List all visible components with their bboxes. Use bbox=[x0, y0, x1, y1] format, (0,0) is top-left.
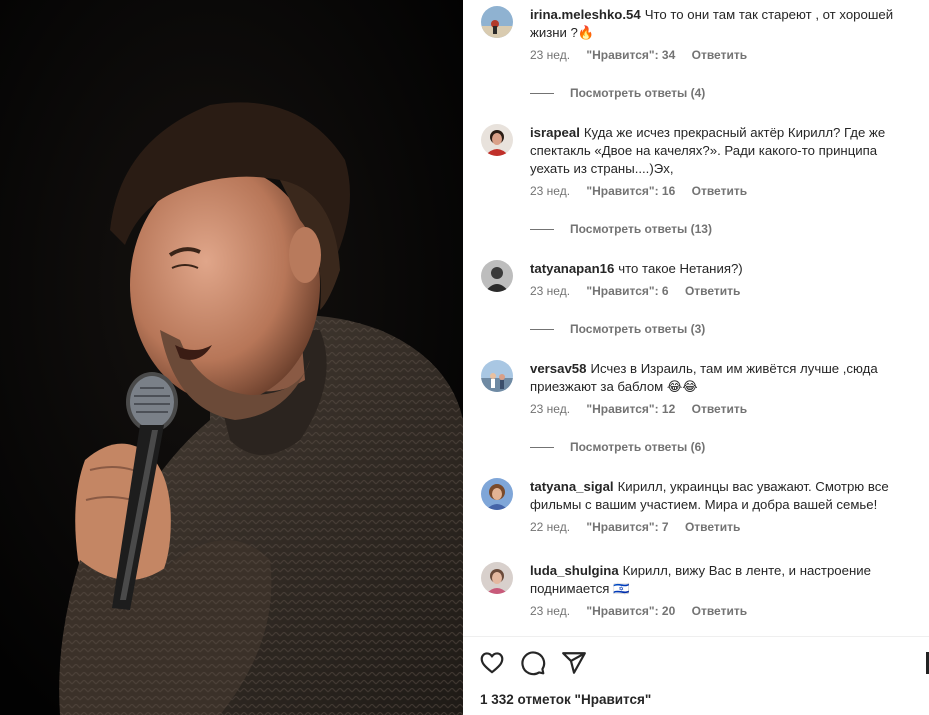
view-replies-button[interactable]: Посмотреть ответы (4) bbox=[530, 85, 705, 101]
comment-likes[interactable]: "Нравится": 6 bbox=[586, 284, 668, 298]
comment-text-block: irina.meleshko.54 Что то они там так стар… bbox=[530, 6, 921, 42]
reply-button[interactable]: Ответить bbox=[685, 520, 740, 534]
comment-item: tatyana_sigal Кирилл, украинцы вас уважаю… bbox=[481, 478, 921, 535]
avatar[interactable] bbox=[481, 260, 513, 292]
comment-item: luda_shulgina Кирилл, вижу Вас в ленте, и… bbox=[481, 562, 921, 619]
avatar[interactable] bbox=[481, 360, 513, 392]
comment-meta: 23 нед. "Нравится": 20 Ответить bbox=[530, 603, 921, 619]
comment-text-block: luda_shulgina Кирилл, вижу Вас в ленте, и… bbox=[530, 562, 921, 598]
view-replies-button[interactable]: Посмотреть ответы (13) bbox=[530, 221, 712, 237]
comment-text-block: versav58 Исчез в Израиль, там им живётся … bbox=[530, 360, 921, 396]
reply-button[interactable]: Ответить bbox=[692, 184, 747, 198]
reply-button[interactable]: Ответить bbox=[692, 402, 747, 416]
comment-time[interactable]: 23 нед. bbox=[530, 184, 570, 198]
post-photo bbox=[0, 0, 463, 715]
comment-text-block: tatyanapan16 что такое Нетания?) bbox=[530, 260, 921, 278]
view-replies-label: Посмотреть ответы (4) bbox=[570, 86, 706, 100]
comment-likes[interactable]: "Нравится": 12 bbox=[586, 402, 675, 416]
view-replies-label: Посмотреть ответы (13) bbox=[570, 222, 712, 236]
share-icon[interactable] bbox=[561, 650, 587, 676]
comment-username[interactable]: versav58 bbox=[530, 361, 586, 376]
post-likes-count[interactable]: 1 332 отметок "Нравится" bbox=[480, 692, 651, 707]
section-divider bbox=[463, 636, 929, 637]
comment-time[interactable]: 23 нед. bbox=[530, 402, 570, 416]
view-replies-label: Посмотреть ответы (3) bbox=[570, 322, 706, 336]
comment-meta: 23 нед. "Нравится": 12 Ответить bbox=[530, 401, 921, 417]
comment-username[interactable]: tatyanapan16 bbox=[530, 261, 614, 276]
comment-text-block: tatyana_sigal Кирилл, украинцы вас уважаю… bbox=[530, 478, 921, 514]
comment-meta: 23 нед. "Нравится": 16 Ответить bbox=[530, 183, 921, 199]
comment-item: irina.meleshko.54 Что то они там так стар… bbox=[481, 6, 921, 63]
comment-username[interactable]: luda_shulgina bbox=[530, 563, 619, 578]
comment-meta: 23 нед. "Нравится": 6 Ответить bbox=[530, 283, 921, 299]
comments-panel: irina.meleshko.54 Что то они там так стар… bbox=[463, 0, 929, 715]
view-replies-button[interactable]: Посмотреть ответы (6) bbox=[530, 439, 705, 455]
comment-username[interactable]: tatyana_sigal bbox=[530, 479, 614, 494]
comment-item: tatyanapan16 что такое Нетания?) 23 нед. … bbox=[481, 260, 921, 299]
replies-divider-line bbox=[530, 329, 554, 331]
comment-likes[interactable]: "Нравится": 20 bbox=[586, 604, 675, 618]
avatar[interactable] bbox=[481, 478, 513, 510]
comment-time[interactable]: 22 нед. bbox=[530, 520, 570, 534]
view-replies-button[interactable]: Посмотреть ответы (3) bbox=[530, 321, 705, 337]
comment-username[interactable]: israpeal bbox=[530, 125, 580, 140]
avatar[interactable] bbox=[481, 6, 513, 38]
comment-time[interactable]: 23 нед. bbox=[530, 284, 570, 298]
view-replies-label: Посмотреть ответы (6) bbox=[570, 440, 706, 454]
comment-meta: 22 нед. "Нравится": 7 Ответить bbox=[530, 519, 921, 535]
comment-item: israpeal Куда же исчез прекрасный актёр К… bbox=[481, 124, 921, 199]
comment-likes[interactable]: "Нравится": 7 bbox=[586, 520, 668, 534]
avatar[interactable] bbox=[481, 124, 513, 156]
comment-likes[interactable]: "Нравится": 34 bbox=[586, 48, 675, 62]
comment-text: Куда же исчез прекрасный актёр Кирилл? Г… bbox=[530, 125, 886, 176]
heart-icon[interactable] bbox=[479, 650, 505, 676]
comment-likes[interactable]: "Нравится": 16 bbox=[586, 184, 675, 198]
comment-meta: 23 нед. "Нравится": 34 Ответить bbox=[530, 47, 921, 63]
comment-item: versav58 Исчез в Израиль, там им живётся … bbox=[481, 360, 921, 417]
replies-divider-line bbox=[530, 93, 554, 95]
comments-list[interactable]: irina.meleshko.54 Что то они там так стар… bbox=[463, 0, 929, 636]
comment-time[interactable]: 23 нед. bbox=[530, 604, 570, 618]
reply-button[interactable]: Ответить bbox=[692, 604, 747, 618]
comment-icon[interactable] bbox=[520, 650, 546, 676]
avatar[interactable] bbox=[481, 562, 513, 594]
reply-button[interactable]: Ответить bbox=[692, 48, 747, 62]
comment-time[interactable]: 23 нед. bbox=[530, 48, 570, 62]
reply-button[interactable]: Ответить bbox=[685, 284, 740, 298]
comment-text: что такое Нетания?) bbox=[618, 261, 743, 276]
replies-divider-line bbox=[530, 447, 554, 449]
comment-username[interactable]: irina.meleshko.54 bbox=[530, 7, 641, 22]
replies-divider-line bbox=[530, 229, 554, 231]
comment-text-block: israpeal Куда же исчез прекрасный актёр К… bbox=[530, 124, 921, 178]
